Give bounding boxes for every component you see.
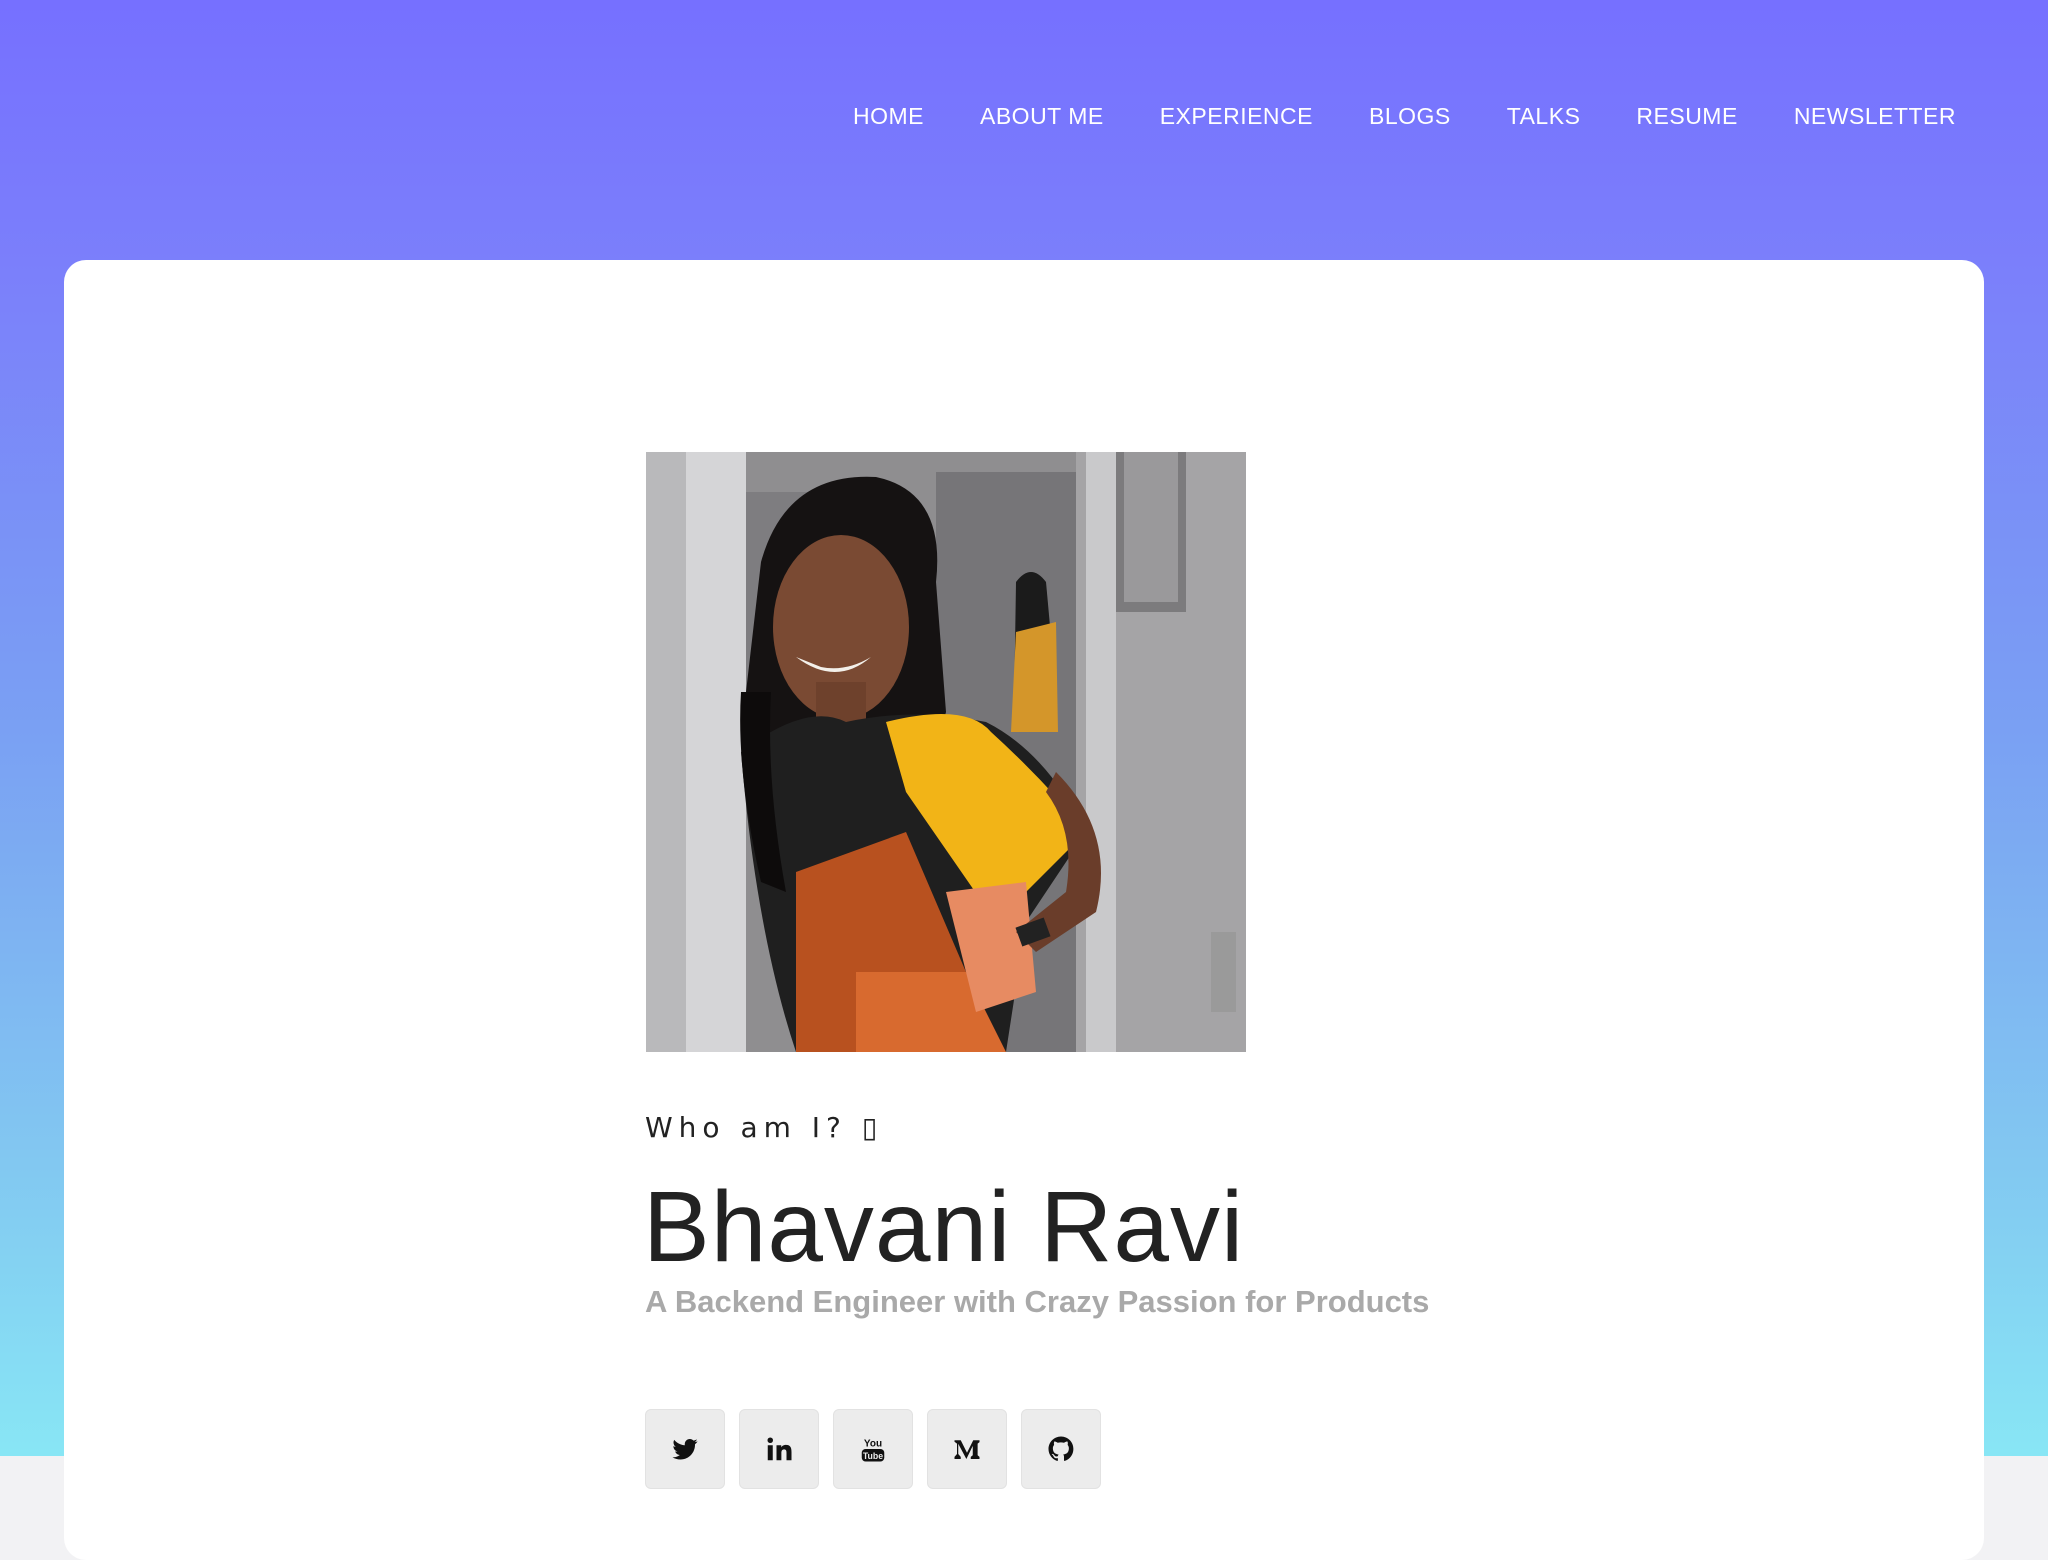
intro-eyebrow: Who am I? ▯: [645, 1111, 884, 1144]
medium-button[interactable]: [927, 1409, 1007, 1489]
linkedin-icon: [767, 1437, 792, 1461]
twitter-icon: [672, 1439, 698, 1460]
social-links: You Tube: [645, 1409, 1101, 1489]
svg-text:Tube: Tube: [863, 1451, 883, 1461]
twitter-button[interactable]: [645, 1409, 725, 1489]
nav-experience[interactable]: EXPERIENCE: [1160, 103, 1313, 130]
github-button[interactable]: [1021, 1409, 1101, 1489]
nav-blogs[interactable]: BLOGS: [1369, 103, 1451, 130]
nav-home[interactable]: HOME: [853, 103, 924, 130]
medium-icon: [954, 1440, 980, 1459]
linkedin-button[interactable]: [739, 1409, 819, 1489]
nav-talks[interactable]: TALKS: [1507, 103, 1581, 130]
youtube-button[interactable]: You Tube: [833, 1409, 913, 1489]
tagline: A Backend Engineer with Crazy Passion fo…: [645, 1284, 1430, 1319]
top-nav: HOME ABOUT ME EXPERIENCE BLOGS TALKS RES…: [853, 103, 1956, 130]
nav-about-me[interactable]: ABOUT ME: [980, 103, 1104, 130]
nav-newsletter[interactable]: NEWSLETTER: [1794, 103, 1956, 130]
nav-resume[interactable]: RESUME: [1636, 103, 1737, 130]
person-name: Bhavani Ravi: [643, 1171, 1245, 1283]
svg-text:You: You: [864, 1439, 882, 1450]
github-icon: [1048, 1436, 1074, 1461]
youtube-icon: You Tube: [861, 1439, 885, 1462]
profile-photo: [646, 452, 1246, 1052]
